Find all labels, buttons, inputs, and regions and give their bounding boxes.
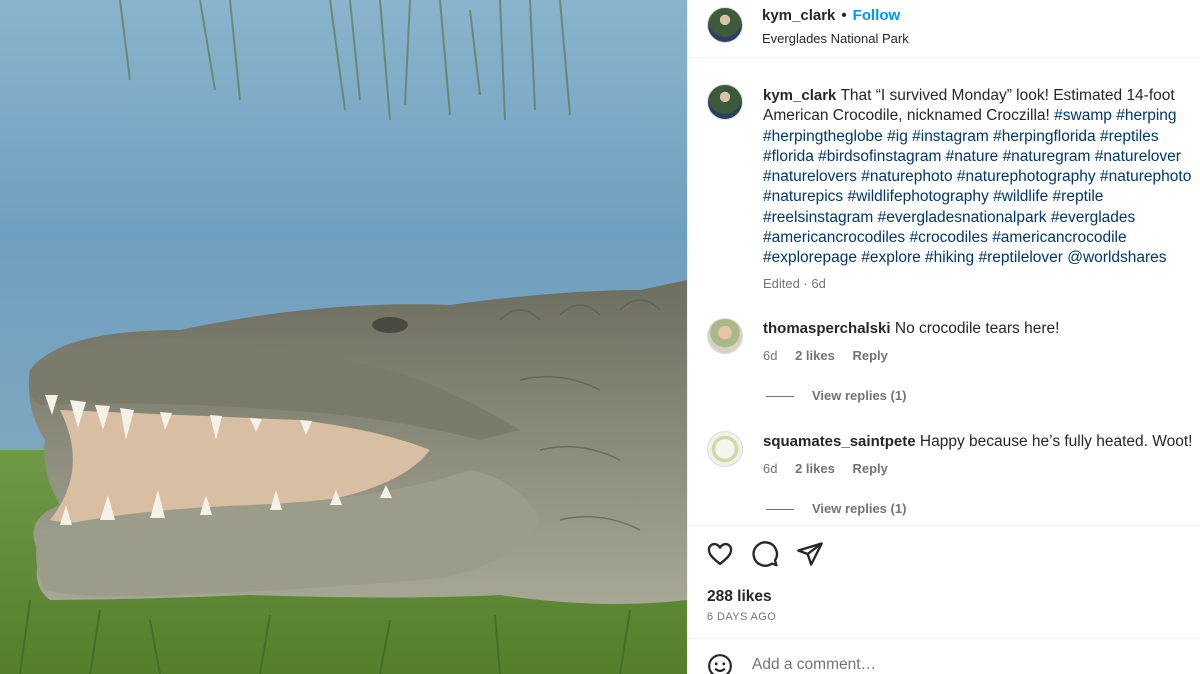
caption-username[interactable]: kym_clark [763,87,836,104]
hashtag[interactable]: #wildlife [993,188,1048,205]
post-time-ago: 6 DAYS AGO [707,611,777,623]
hashtag[interactable]: #ig [887,128,908,145]
hashtag[interactable]: #herpingflorida [993,128,1096,145]
author-username[interactable]: kym_clark [762,7,835,24]
comment-input[interactable] [752,656,1132,674]
reply-button[interactable]: Reply [852,461,887,476]
caption-avatar[interactable] [707,84,743,120]
comment-text: Happy because he’s fully heated. Woot! [919,433,1193,450]
hashtag[interactable]: #naturepics [763,188,843,205]
hashtag[interactable]: #herping [1116,107,1176,124]
hashtag[interactable]: #swamp [1054,107,1112,124]
add-comment-bar [688,638,1200,674]
hashtag[interactable]: #explorepage [763,249,857,266]
avatar[interactable] [707,7,743,43]
hashtag[interactable]: #naturelover [1095,148,1181,165]
post-author: kym_clark • Follow [762,7,900,24]
hashtag[interactable]: #naturephoto [861,168,952,185]
share-icon [797,542,823,566]
hashtag[interactable]: #naturephotography [957,168,1096,185]
comment-likes[interactable]: 2 likes [795,348,835,363]
comment-body: thomasperchalski No crocodile tears here… [763,320,1059,338]
emoji-icon [708,654,732,674]
hashtag[interactable]: #instagram [912,128,989,145]
likes-count[interactable]: 288 likes [707,588,772,606]
hashtag[interactable]: #crocodiles [909,229,987,246]
edited-timestamp: Edited · 6d [763,276,826,291]
post-actions: 288 likes 6 DAYS AGO [688,525,1200,637]
hashtag[interactable]: #americancrocodile [992,229,1126,246]
hashtag[interactable]: #naturelovers [763,168,857,185]
share-button[interactable] [796,540,826,570]
follow-button[interactable]: Follow [853,7,901,24]
hashtag[interactable]: #birdsofinstagram [818,148,941,165]
comment-time: 6d [763,348,778,363]
view-replies-label: View replies (1) [812,501,907,516]
view-replies-label: View replies (1) [812,388,907,403]
caption-line: That “I survived Monday” look! Estimated… [840,87,1175,104]
hashtag[interactable]: #evergladesnationalpark [878,209,1047,226]
hashtag[interactable]: #wildlifephotography [847,188,988,205]
hashtag[interactable]: #naturegram [1003,148,1091,165]
hashtag[interactable]: #reptile [1053,188,1104,205]
hashtag[interactable]: #explore [861,249,920,266]
emoji-button[interactable] [707,653,735,674]
heart-icon [707,542,733,566]
hashtag[interactable]: #hiking [925,249,974,266]
hashtag[interactable]: #naturephoto [1100,168,1191,185]
hashtag[interactable]: #reptiles [1100,128,1159,145]
reply-button[interactable]: Reply [852,348,887,363]
hashtag[interactable]: #everglades [1051,209,1135,226]
hashtag[interactable]: #florida [763,148,814,165]
divider [766,396,794,398]
mention[interactable]: @worldshares [1067,249,1166,266]
view-replies-button[interactable]: View replies (1) [766,501,906,516]
separator-dot: • [841,7,847,24]
commenter-username[interactable]: squamates_saintpete [763,433,916,450]
like-button[interactable] [706,540,736,570]
view-replies-button[interactable]: View replies (1) [766,388,906,403]
comment-meta: 6d 2 likes Reply [763,461,902,476]
hashtag[interactable]: #nature [946,148,999,165]
crocodile-photo [0,0,687,674]
comment-likes[interactable]: 2 likes [795,461,835,476]
post-detail-panel: kym_clark • Follow Everglades National Par… [687,0,1200,674]
post-header: kym_clark • Follow Everglades National Par… [688,0,1200,58]
commenter-username[interactable]: thomasperchalski [763,320,891,337]
caption-line: American Crocodile, nicknamed Croczilla! [763,107,1050,125]
comment-time: 6d [763,461,778,476]
caption-text: kym_clark That “I survived Monday” look!… [763,86,1200,269]
divider [766,509,794,511]
commenter-avatar[interactable] [707,318,743,354]
location-link[interactable]: Everglades National Park [762,31,909,46]
hashtag[interactable]: #reptilelover [978,249,1062,266]
commenter-avatar[interactable] [707,431,743,467]
post-photo[interactable] [0,0,687,674]
comment-icon [752,541,779,567]
comment-button[interactable] [751,540,781,570]
hashtag[interactable]: #americancrocodiles [763,229,905,246]
comment-body: squamates_saintpete Happy because he’s f… [763,433,1192,451]
comment-text: No crocodile tears here! [894,320,1060,337]
hashtag[interactable]: #herpingtheglobe [763,128,883,145]
hashtag[interactable]: #reelsinstagram [763,209,873,226]
comment-meta: 6d 2 likes Reply [763,348,902,363]
